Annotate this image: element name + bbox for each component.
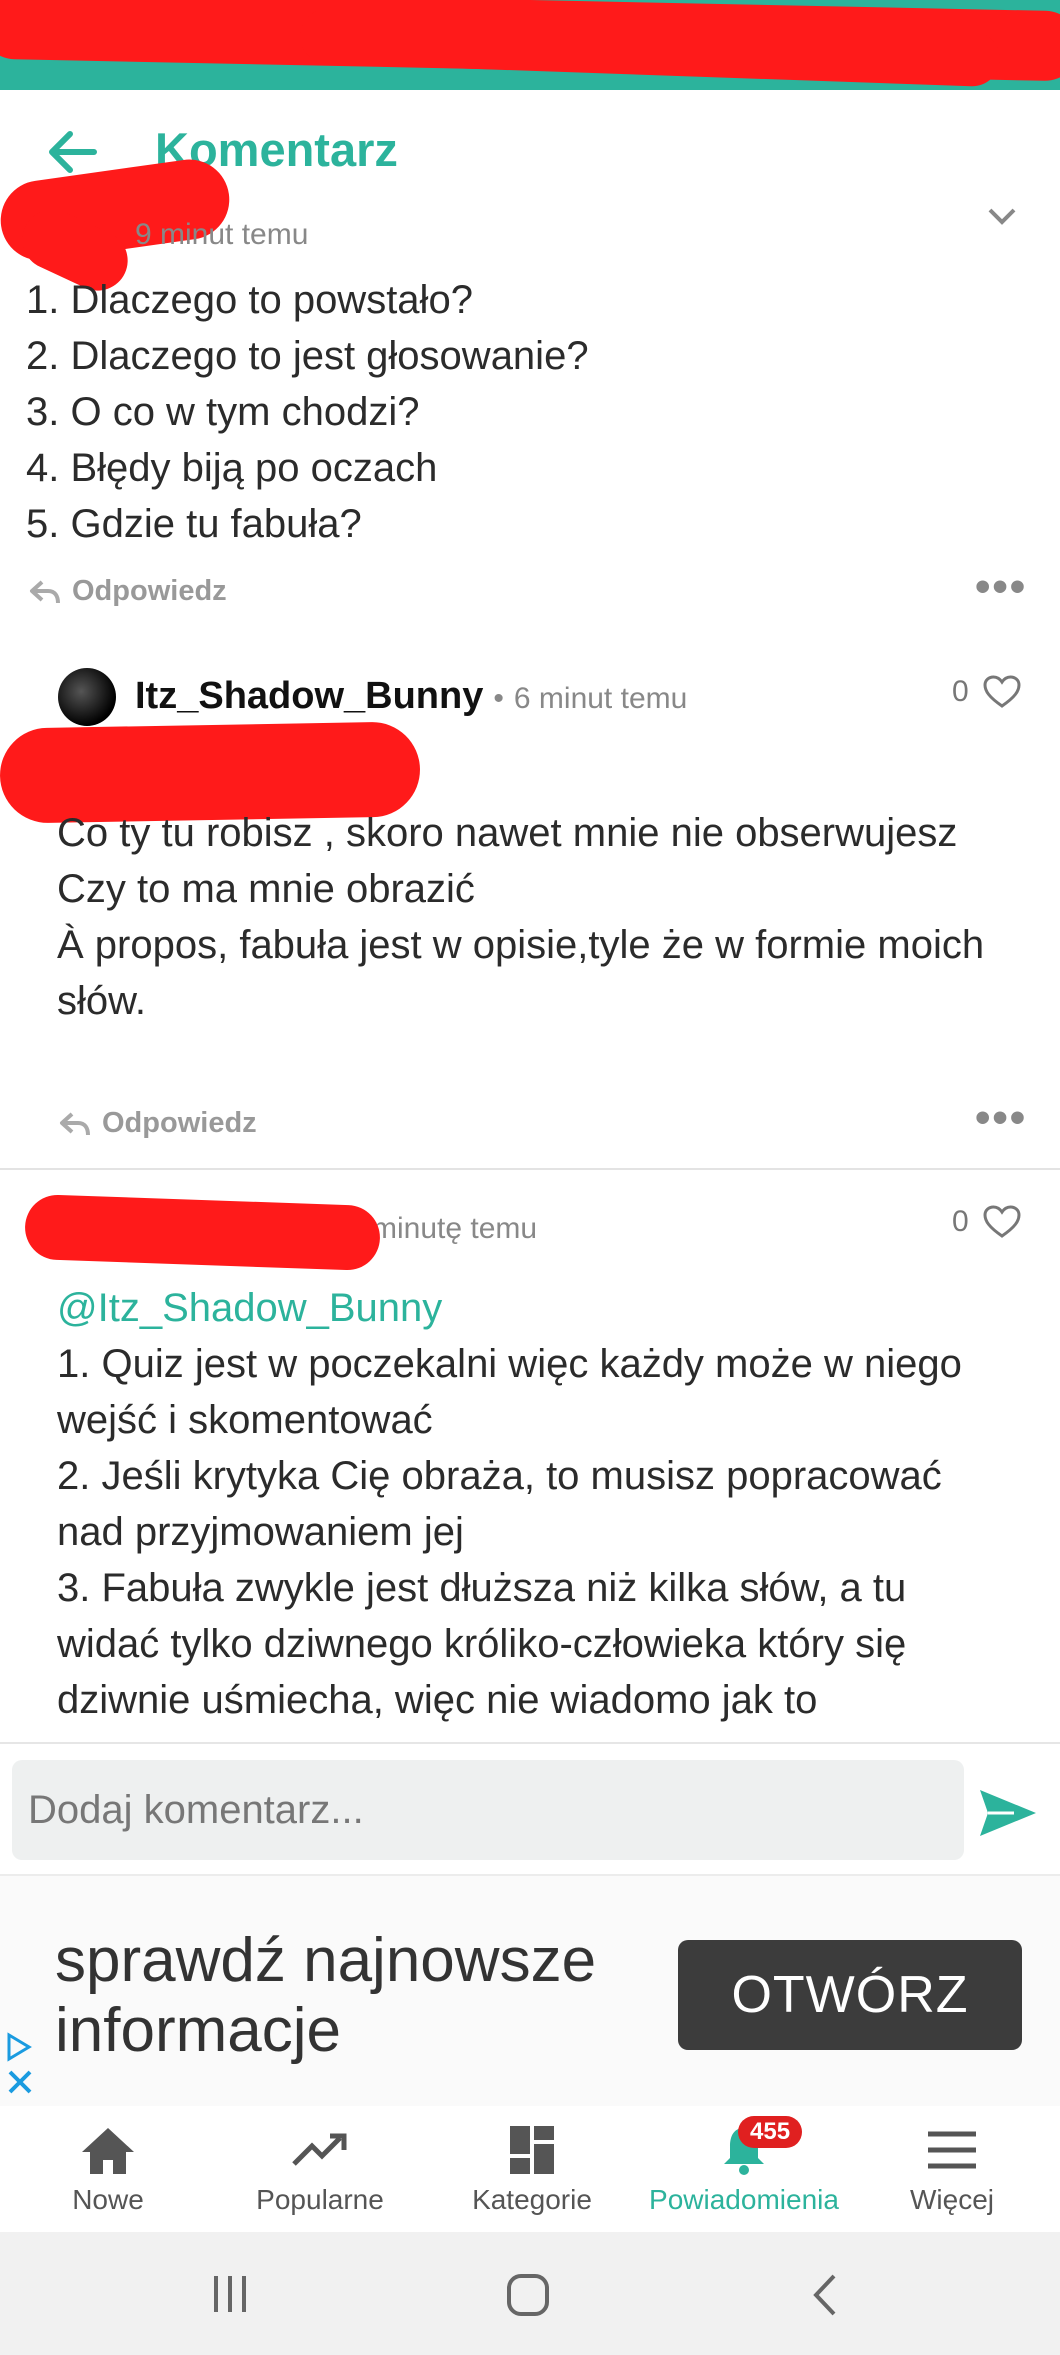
comment-text: 1. Dlaczego to powstało? 2. Dlaczego to … — [26, 278, 589, 546]
comment-timestamp: 9 minut temu — [135, 218, 309, 251]
reply-button[interactable]: Odpowiedz — [58, 1107, 257, 1140]
like-button[interactable]: 0 — [952, 675, 1021, 709]
bottom-navigation: Nowe Popularne Kategorie 455 Powiadomien… — [0, 2106, 1060, 2232]
nav-label: Więcej — [909, 2184, 994, 2215]
send-icon[interactable] — [978, 1788, 1038, 1838]
reply-icon — [60, 1112, 90, 1135]
reply-label: Odpowiedz — [102, 1107, 257, 1139]
comment-text: Co ty tu robisz , skoro nawet mnie nie o… — [57, 811, 985, 1023]
grid-icon — [510, 2126, 554, 2174]
comment: Itz_Shadow_Bunny • 6 minut temu 0 Co ty … — [0, 650, 1060, 1165]
nav-item-nowe[interactable]: Nowe — [2, 2106, 214, 2232]
comment: 9 minut temu 1. Dlaczego to powstało? 2.… — [0, 154, 1060, 630]
comment-input-bar — [0, 1742, 1060, 1876]
reply-label: Odpowiedz — [72, 575, 227, 607]
avatar[interactable] — [58, 668, 116, 726]
like-count: 0 — [952, 1205, 969, 1238]
ad-text-line: informacje — [55, 1996, 341, 2065]
nav-item-popularne[interactable]: Popularne — [214, 2106, 426, 2232]
username[interactable]: Itz_Shadow_Bunny — [135, 675, 483, 718]
more-options-icon[interactable]: ••• — [975, 1093, 1027, 1143]
nav-label: Powiadomienia — [649, 2184, 839, 2215]
comment-timestamp: 6 minut temu — [513, 682, 688, 715]
heart-icon — [983, 1205, 1021, 1238]
comment-timestamp: minutę temu — [372, 1212, 538, 1245]
comment: minutę temu 0 @Itz_Shadow_Bunny 1. Quiz … — [0, 1172, 1060, 1742]
ad-text-line: sprawdź najnowsze — [55, 1926, 597, 1995]
notification-badge: 455 — [738, 2116, 803, 2148]
comment-header: Itz_Shadow_Bunny • 6 minut temu — [135, 675, 687, 718]
nav-label: Nowe — [72, 2184, 144, 2215]
like-count: 0 — [952, 675, 969, 708]
ad-text[interactable]: sprawdź najnowsze informacje — [55, 1926, 640, 2066]
user-mention[interactable]: @Itz_Shadow_Bunny — [57, 1280, 442, 1336]
menu-icon — [928, 2131, 976, 2169]
recent-apps-icon[interactable] — [210, 2272, 250, 2316]
separator-dot: • — [493, 682, 504, 715]
chevron-down-icon[interactable] — [982, 200, 1022, 230]
redaction-mark — [23, 1193, 382, 1272]
ad-open-button[interactable]: OTWÓRZ — [678, 1940, 1022, 2050]
trending-icon — [292, 2133, 347, 2166]
more-options-icon[interactable]: ••• — [975, 562, 1027, 612]
adchoices-icon[interactable] — [4, 2032, 34, 2062]
system-navigation-bar — [0, 2232, 1060, 2355]
heart-icon — [983, 675, 1021, 708]
ad-close-icon[interactable] — [6, 2068, 34, 2096]
comment-input[interactable] — [12, 1760, 964, 1860]
nav-item-powiadomienia[interactable]: 455 Powiadomienia — [638, 2106, 850, 2232]
home-button-icon[interactable] — [505, 2272, 551, 2318]
comment-text: 1. Quiz jest w poczekalni więc każdy moż… — [57, 1342, 962, 1722]
nav-item-kategorie[interactable]: Kategorie — [426, 2106, 638, 2232]
nav-label: Kategorie — [472, 2184, 592, 2215]
reply-button[interactable]: Odpowiedz — [28, 575, 227, 608]
nav-item-wiecej[interactable]: Więcej — [846, 2106, 1058, 2232]
back-nav-icon[interactable] — [808, 2272, 844, 2318]
divider — [0, 1168, 1060, 1170]
home-icon — [82, 2128, 134, 2174]
status-bar — [0, 0, 1060, 90]
nav-label: Popularne — [256, 2184, 384, 2215]
reply-icon — [30, 580, 60, 603]
like-button[interactable]: 0 — [952, 1205, 1021, 1239]
ad-banner[interactable]: sprawdź najnowsze informacje OTWÓRZ — [0, 1874, 1060, 2108]
